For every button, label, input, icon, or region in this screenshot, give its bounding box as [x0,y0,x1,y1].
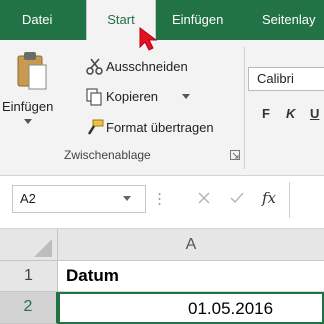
column-header-a[interactable]: A [58,229,324,261]
name-box-chevron-icon[interactable] [123,196,131,202]
bold-button[interactable]: F [262,106,270,121]
cell-a1[interactable]: Datum [58,261,324,292]
scissors-icon [86,58,104,76]
paste-dropdown-chevron-icon[interactable] [24,119,32,125]
formula-input[interactable] [290,182,324,218]
cut-button[interactable]: Ausschneiden [106,59,188,74]
paste-button-label: Einfügen [2,99,54,114]
insert-function-button[interactable]: fx [262,189,276,207]
tab-seitenlayout[interactable]: Seitenlay [262,0,315,40]
format-painter-button[interactable]: Format übertragen [106,120,214,135]
font-name-dropdown[interactable]: Calibri [248,67,324,91]
clipboard-paste-icon [12,48,52,98]
formula-bar-splitter[interactable] [158,189,161,209]
copy-button[interactable]: Kopieren [106,89,158,104]
tab-datei[interactable]: Datei [22,0,52,40]
copy-icon [86,88,102,106]
clipboard-dialog-launcher-icon[interactable] [230,150,240,160]
mouse-cursor-arrow-icon [138,26,164,52]
underline-button[interactable]: U [310,106,319,121]
copy-dropdown-chevron-icon[interactable] [182,94,190,100]
italic-button[interactable]: K [286,106,295,121]
clipboard-group-label: Zwischenablage [64,148,151,162]
paste-button[interactable] [12,48,52,138]
select-all-button[interactable] [0,229,58,261]
tab-einfuegen[interactable]: Einfügen [172,0,223,40]
row-header-1[interactable]: 1 [0,261,58,292]
cell-a2[interactable]: 01.05.2016 [58,292,324,324]
row-header-2[interactable]: 2 [0,292,58,324]
cancel-entry-x-icon[interactable] [198,192,210,204]
confirm-entry-checkmark-icon[interactable] [230,192,244,204]
format-painter-icon [86,118,104,136]
select-all-triangle-icon [34,239,52,257]
name-box-value: A2 [20,191,36,206]
ribbon-group-divider [244,47,245,169]
name-box[interactable]: A2 [12,185,146,213]
